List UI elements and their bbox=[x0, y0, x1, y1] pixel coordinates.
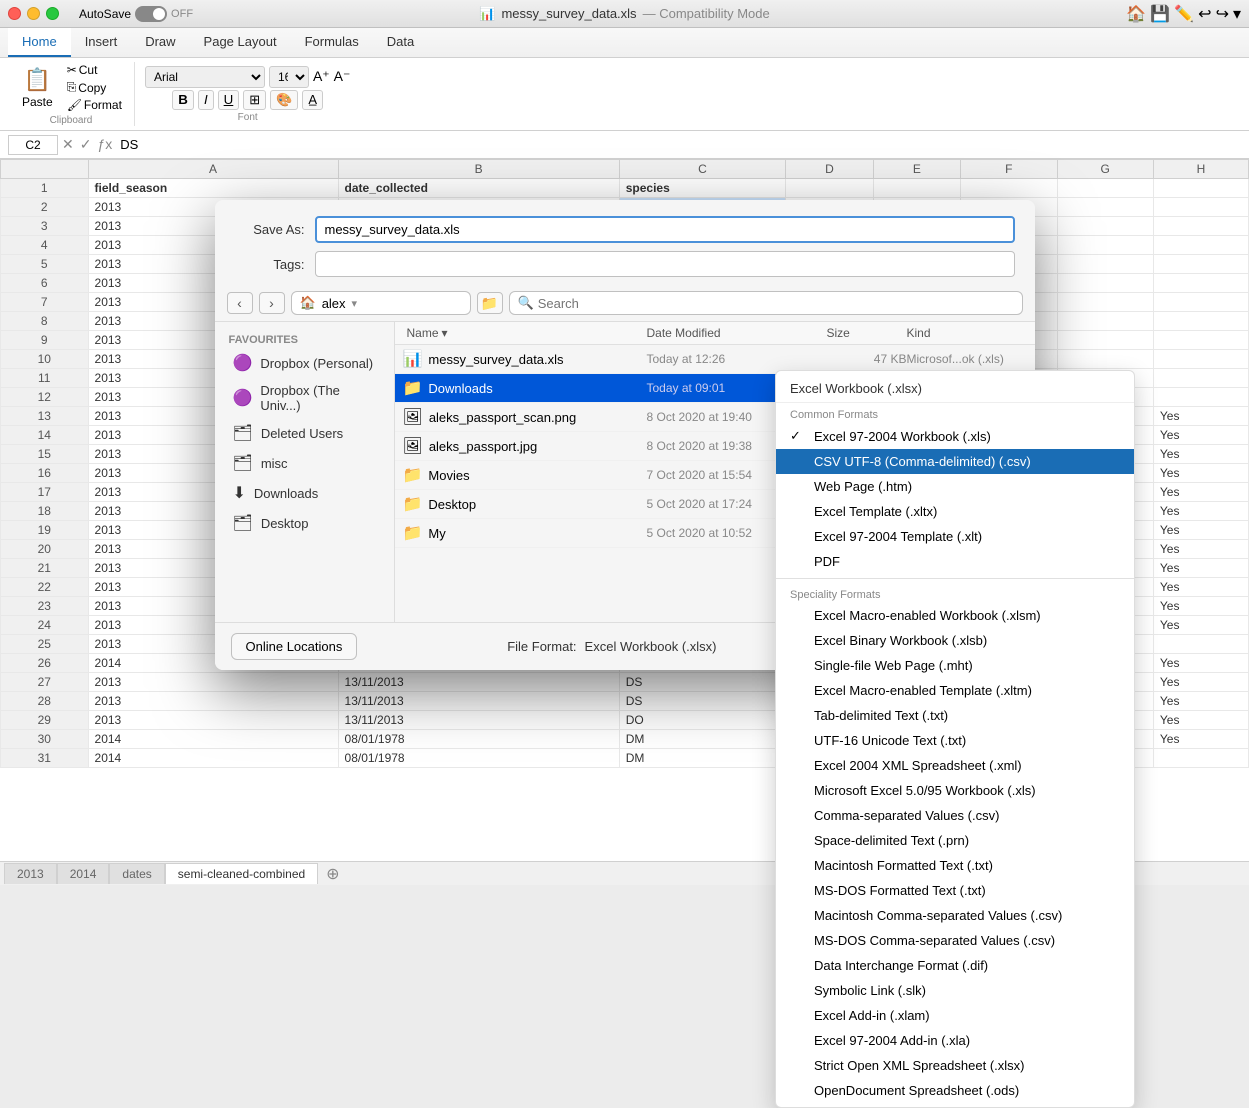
file-name: My bbox=[428, 526, 646, 541]
folder-icon: 📁 bbox=[403, 465, 423, 485]
sidebar-item-dropbox-univ[interactable]: 🟣 Dropbox (The Univ...) bbox=[219, 378, 390, 418]
format-option-mht[interactable]: Single-file Web Page (.mht) bbox=[776, 653, 1134, 678]
format-option-ods[interactable]: OpenDocument Spreadsheet (.ods) bbox=[776, 1078, 1134, 1103]
sidebar-item-label: Downloads bbox=[254, 486, 318, 501]
sidebar-item-misc[interactable]: 🗂 misc bbox=[219, 448, 390, 478]
format-option-dos-txt[interactable]: MS-DOS Formatted Text (.txt) bbox=[776, 878, 1134, 903]
file-icon: 🖼 bbox=[403, 407, 423, 427]
sidebar-item-desktop[interactable]: 🗂 Desktop bbox=[219, 508, 390, 538]
file-icon: 🖼 bbox=[403, 436, 423, 456]
format-option-xlsm[interactable]: Excel Macro-enabled Workbook (.xlsm) bbox=[776, 603, 1134, 628]
back-button[interactable]: ‹ bbox=[227, 292, 253, 314]
col-date-header[interactable]: Date Modified bbox=[647, 326, 827, 340]
folder-plus-icon: 📁 bbox=[481, 295, 498, 312]
sidebar-item-label: Dropbox (The Univ...) bbox=[260, 383, 375, 413]
divider bbox=[776, 578, 1134, 579]
file-size: 47 KB bbox=[827, 352, 907, 366]
search-icon: 🔍 bbox=[518, 295, 534, 311]
dialog-header: Save As: Tags: bbox=[215, 200, 1035, 285]
location-dropdown[interactable]: 🏠 alex ▾ bbox=[291, 291, 471, 315]
dialog-sidebar: Favourites 🟣 Dropbox (Personal) 🟣 Dropbo… bbox=[215, 322, 395, 622]
format-option-xlsb[interactable]: Excel Binary Workbook (.xlsb) bbox=[776, 628, 1134, 653]
format-value-display: Excel Workbook (.xlsx) bbox=[776, 375, 1134, 403]
sidebar-item-label: Dropbox (Personal) bbox=[260, 356, 373, 371]
format-option-xlam[interactable]: Excel Add-in (.xlam) bbox=[776, 1003, 1134, 1028]
sidebar-item-deleted-users[interactable]: 🗂 Deleted Users bbox=[219, 418, 390, 448]
file-name: Movies bbox=[428, 468, 646, 483]
file-name: messy_survey_data.xls bbox=[428, 352, 646, 367]
favourites-label: Favourites bbox=[215, 330, 394, 348]
format-option-xls[interactable]: ✓ Excel 97-2004 Workbook (.xls) bbox=[776, 423, 1134, 449]
file-list-header: Name ▾ Date Modified Size Kind bbox=[395, 322, 1035, 345]
file-format-area: File Format: Excel Workbook (.xlsx) bbox=[507, 639, 716, 654]
dropbox-personal-icon: 🟣 bbox=[233, 353, 253, 373]
file-icon: 📊 bbox=[403, 349, 423, 369]
format-option-xltm[interactable]: Excel Macro-enabled Template (.xltm) bbox=[776, 678, 1134, 703]
format-option-mac-txt[interactable]: Macintosh Formatted Text (.txt) bbox=[776, 853, 1134, 878]
sidebar-item-label: misc bbox=[261, 456, 288, 471]
location-icon: 🏠 bbox=[300, 295, 316, 311]
forward-button[interactable]: › bbox=[259, 292, 285, 314]
format-option-mac-csv[interactable]: Macintosh Comma-separated Values (.csv) bbox=[776, 903, 1134, 928]
common-formats-label: Common Formats bbox=[776, 403, 1134, 423]
file-kind: Microsof...ok (.xls) bbox=[907, 352, 1027, 366]
format-option-txt-utf16[interactable]: UTF-16 Unicode Text (.txt) bbox=[776, 728, 1134, 753]
file-name: aleks_passport_scan.png bbox=[429, 410, 647, 425]
sidebar-item-label: Desktop bbox=[261, 516, 309, 531]
speciality-formats-label: Speciality Formats bbox=[776, 583, 1134, 603]
tags-input[interactable] bbox=[315, 251, 1015, 277]
search-input[interactable] bbox=[538, 296, 1014, 311]
filename-row: Save As: bbox=[235, 216, 1015, 243]
tags-row: Tags: bbox=[235, 251, 1015, 277]
file-name: aleks_passport.jpg bbox=[429, 439, 647, 454]
format-option-htm[interactable]: Web Page (.htm) bbox=[776, 474, 1134, 499]
location-label: alex bbox=[322, 296, 346, 311]
save-as-label: Save As: bbox=[235, 222, 305, 237]
new-folder-icon-btn[interactable]: 📁 bbox=[477, 292, 503, 314]
format-option-xltx[interactable]: Excel Template (.xltx) bbox=[776, 499, 1134, 524]
file-format-value: Excel Workbook (.xlsx) bbox=[585, 639, 717, 654]
filename-input[interactable] bbox=[315, 216, 1015, 243]
dialog-toolbar: ‹ › 🏠 alex ▾ 📁 🔍 bbox=[215, 285, 1035, 322]
file-date: Today at 12:26 bbox=[647, 352, 827, 366]
format-option-pdf[interactable]: PDF bbox=[776, 549, 1134, 574]
format-option-xls95[interactable]: Microsoft Excel 5.0/95 Workbook (.xls) bbox=[776, 778, 1134, 803]
format-option-dos-csv[interactable]: MS-DOS Comma-separated Values (.csv) bbox=[776, 928, 1134, 953]
online-locations-button[interactable]: Online Locations bbox=[231, 633, 358, 660]
downloads-icon: ⬇ bbox=[233, 483, 246, 503]
sidebar-item-label: Deleted Users bbox=[261, 426, 343, 441]
file-name: Desktop bbox=[428, 497, 646, 512]
folder-icon: 📁 bbox=[403, 494, 423, 514]
sidebar-item-downloads[interactable]: ⬇ Downloads bbox=[219, 478, 390, 508]
col-size-header[interactable]: Size bbox=[827, 326, 907, 340]
check-icon: ✓ bbox=[790, 428, 806, 444]
folder-icon: 📁 bbox=[403, 523, 423, 543]
search-bar: 🔍 bbox=[509, 291, 1023, 315]
dropbox-univ-icon: 🟣 bbox=[233, 388, 253, 408]
desktop-icon: 🗂 bbox=[233, 513, 253, 533]
misc-icon: 🗂 bbox=[233, 453, 253, 473]
format-dropdown: Excel Workbook (.xlsx) Common Formats ✓ … bbox=[775, 370, 1135, 1108]
format-option-csv-utf8[interactable]: CSV UTF-8 (Comma-delimited) (.csv) bbox=[776, 449, 1134, 474]
format-option-strict-xlsx[interactable]: Strict Open XML Spreadsheet (.xlsx) bbox=[776, 1053, 1134, 1078]
format-option-prn[interactable]: Space-delimited Text (.prn) bbox=[776, 828, 1134, 853]
folder-icon: 🗂 bbox=[233, 423, 253, 443]
file-name: Downloads bbox=[428, 381, 646, 396]
format-option-xml[interactable]: Excel 2004 XML Spreadsheet (.xml) bbox=[776, 753, 1134, 778]
format-option-csv[interactable]: Comma-separated Values (.csv) bbox=[776, 803, 1134, 828]
format-option-xlt[interactable]: Excel 97-2004 Template (.xlt) bbox=[776, 524, 1134, 549]
file-format-label: File Format: bbox=[507, 639, 576, 654]
folder-icon: 📁 bbox=[403, 378, 423, 398]
format-option-dif[interactable]: Data Interchange Format (.dif) bbox=[776, 953, 1134, 978]
sidebar-item-dropbox-personal[interactable]: 🟣 Dropbox (Personal) bbox=[219, 348, 390, 378]
col-kind-header[interactable]: Kind bbox=[907, 326, 1027, 340]
chevron-down-icon: ▾ bbox=[352, 297, 358, 310]
format-option-slk[interactable]: Symbolic Link (.slk) bbox=[776, 978, 1134, 1003]
format-option-txt-tab[interactable]: Tab-delimited Text (.txt) bbox=[776, 703, 1134, 728]
format-option-xla[interactable]: Excel 97-2004 Add-in (.xla) bbox=[776, 1028, 1134, 1053]
tags-label: Tags: bbox=[235, 257, 305, 272]
col-name-header[interactable]: Name ▾ bbox=[403, 326, 647, 340]
